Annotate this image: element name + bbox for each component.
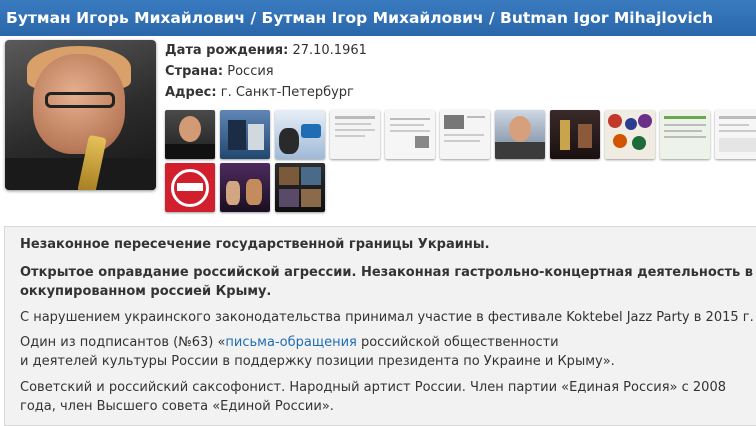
thumb-photo-3[interactable] xyxy=(275,110,325,159)
thumb-poster[interactable] xyxy=(165,163,215,212)
note-festival: С нарушением украинского законодательств… xyxy=(20,310,754,325)
birth-value: 27.10.1961 xyxy=(292,43,367,58)
thumb-photo-1[interactable] xyxy=(165,110,215,159)
address-value: г. Санкт-Петербург xyxy=(220,85,354,100)
thumb-photo-7[interactable] xyxy=(275,163,325,212)
country-value: Россия xyxy=(227,64,274,79)
note-letter: Один из подписантов (№63) «письма-обраще… xyxy=(20,333,756,371)
thumb-doc-3[interactable] xyxy=(440,110,490,159)
thumb-photo-2[interactable] xyxy=(220,110,270,159)
thumb-photo-4[interactable] xyxy=(495,110,545,159)
address-row: Адрес: г. Санкт-Петербург xyxy=(165,82,367,103)
page-title: Бутман Игорь Михайлович / Бутман Ігор Ми… xyxy=(0,0,756,36)
letter-link[interactable]: письма-обращения xyxy=(225,335,356,350)
note-aggression-line2: оккупированном россией Крыму. xyxy=(20,284,272,299)
note-aggression-line1: Открытое оправдание российской агрессии.… xyxy=(20,265,753,280)
note-letter-after: российской общественности xyxy=(356,335,559,350)
birth-row: Дата рождения: 27.10.1961 xyxy=(165,40,367,61)
thumb-doc-5[interactable] xyxy=(715,110,756,159)
birth-label: Дата рождения: xyxy=(165,43,289,58)
thumb-doc-2[interactable] xyxy=(385,110,435,159)
thumb-photo-5[interactable] xyxy=(550,110,600,159)
thumb-collage[interactable] xyxy=(605,110,655,159)
note-aggression: Открытое оправдание российской агрессии.… xyxy=(20,263,756,301)
thumb-doc-1[interactable] xyxy=(330,110,380,159)
thumb-doc-4[interactable] xyxy=(660,110,710,159)
address-label: Адрес: xyxy=(165,85,217,100)
note-biography-line1: Советский и российский саксофонист. Наро… xyxy=(20,380,726,395)
note-border-crossing: Незаконное пересечение государственной г… xyxy=(20,237,490,252)
country-row: Страна: Россия xyxy=(165,61,367,82)
portrait-glasses xyxy=(45,92,115,108)
profile-info: Дата рождения: 27.10.1961 Страна: Россия… xyxy=(165,40,367,103)
note-letter-line1: Один из подписантов (№63) «письма-обраще… xyxy=(20,333,756,352)
note-biography-line2: года, член Высшего совета «Единой России… xyxy=(20,399,334,414)
sanctions-notes: Незаконное пересечение государственной г… xyxy=(4,226,756,426)
country-label: Страна: xyxy=(165,64,224,79)
note-letter-before: Один из подписантов (№63) « xyxy=(20,335,226,350)
note-letter-line2: и деятелей культуры России в поддержку п… xyxy=(20,354,615,369)
portrait-photo[interactable] xyxy=(5,40,156,190)
thumb-photo-6[interactable] xyxy=(220,163,270,212)
note-biography: Советский и российский саксофонист. Наро… xyxy=(20,378,756,416)
